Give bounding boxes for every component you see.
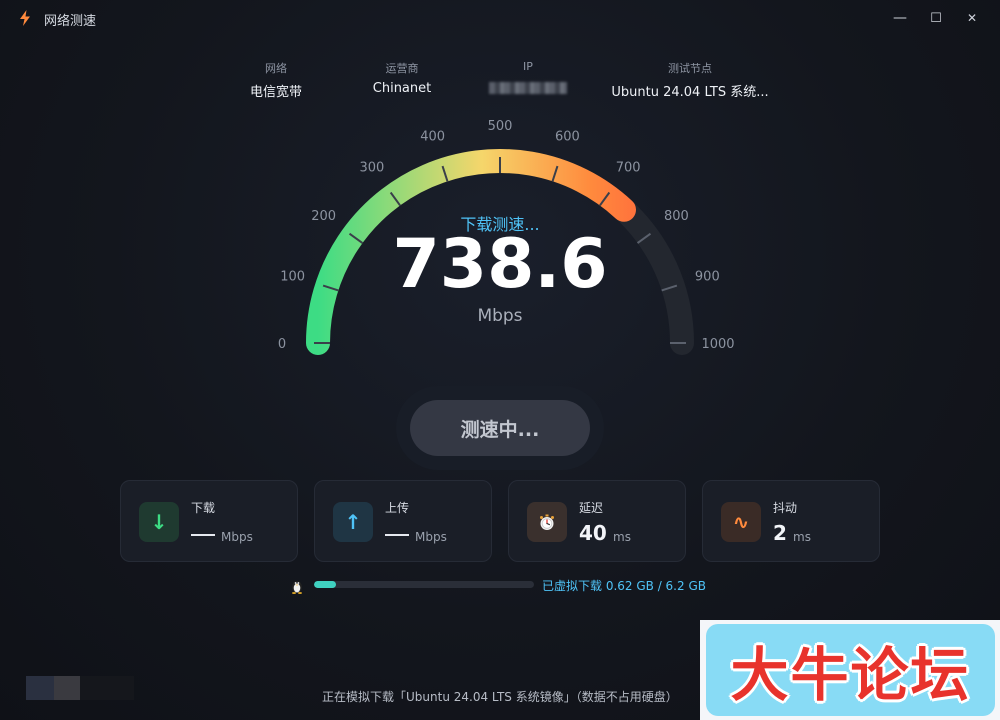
progress-text: 已虚拟下载 0.62 GB / 6.2 GB xyxy=(542,579,706,593)
gauge-tick-label-1000: 1000 xyxy=(701,337,734,352)
latency-label: 延迟 xyxy=(579,501,604,515)
gauge-tick-label-100: 100 xyxy=(280,270,305,285)
upload-label: 上传 xyxy=(385,501,410,515)
gauge-tick-label-500: 500 xyxy=(488,119,513,134)
speed-gauge: 01002003004005006007008009001000 下载测速...… xyxy=(278,119,735,355)
gauge-tick-label-200: 200 xyxy=(311,209,336,224)
upload-unit: Mbps xyxy=(415,530,447,544)
gauge-tick-label-600: 600 xyxy=(555,130,580,145)
latency-unit: ms xyxy=(613,530,631,544)
stopwatch-icon xyxy=(527,502,567,542)
jitter-value: 2 xyxy=(773,521,787,545)
speed-unit: Mbps xyxy=(477,306,522,326)
upload-card: ↑ 上传 Mbps xyxy=(314,480,492,562)
jitter-label: 抖动 xyxy=(773,501,798,515)
linux-tux-icon xyxy=(292,581,302,594)
jitter-unit: ms xyxy=(793,530,811,544)
watermark-text: 大牛论坛 xyxy=(730,641,971,709)
speed-value: 738.6 xyxy=(392,225,607,304)
arrow-down-icon: ↓ xyxy=(139,502,179,542)
jitter-card: ∿ 抖动 2 ms xyxy=(702,480,880,562)
gauge-tick-label-300: 300 xyxy=(359,161,384,176)
watermark-logo: 大牛论坛 xyxy=(700,620,1000,720)
upload-value-placeholder xyxy=(385,534,409,536)
download-label: 下载 xyxy=(191,501,216,515)
download-card: ↓ 下载 Mbps xyxy=(120,480,298,562)
latency-value: 40 xyxy=(579,521,607,545)
progress-fill xyxy=(314,581,336,588)
download-value-placeholder xyxy=(191,534,215,536)
progress-track xyxy=(314,581,534,588)
speed-test-button[interactable]: 测速中... xyxy=(410,400,590,456)
download-unit: Mbps xyxy=(221,530,253,544)
blurred-thumbnail xyxy=(26,676,134,700)
test-button-halo: 测速中... xyxy=(396,386,604,470)
latency-card: 延迟 40 ms xyxy=(508,480,686,562)
gauge-tick-label-0: 0 xyxy=(278,337,286,352)
watermark-badge: 大牛论坛 xyxy=(706,624,995,716)
gauge-tick-label-900: 900 xyxy=(695,270,720,285)
gauge-tick-label-700: 700 xyxy=(616,161,641,176)
gauge-tick-label-400: 400 xyxy=(420,130,445,145)
wave-icon: ∿ xyxy=(721,502,761,542)
download-progress: 已虚拟下载 0.62 GB / 6.2 GB xyxy=(0,576,1000,596)
gauge-tick-label-800: 800 xyxy=(664,209,689,224)
status-line: 正在模拟下载「Ubuntu 24.04 LTS 系统镜像」（数据不占用硬盘） xyxy=(322,690,678,704)
arrow-up-icon: ↑ xyxy=(333,502,373,542)
